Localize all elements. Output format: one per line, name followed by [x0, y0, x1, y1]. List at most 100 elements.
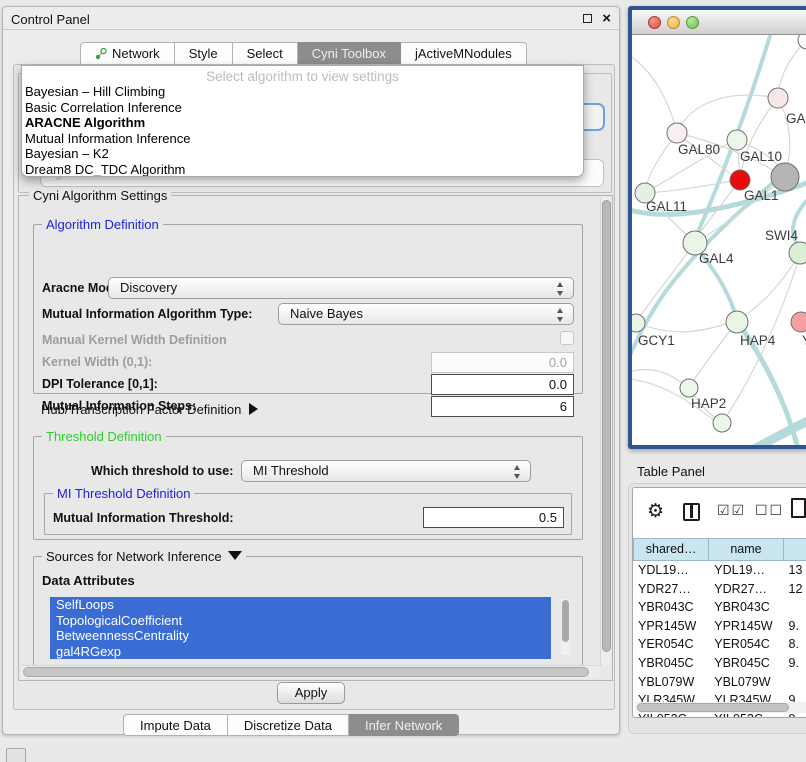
cell: YPR145W — [633, 617, 709, 636]
list-item-betweennesscentrality[interactable]: BetweennessCentrality — [50, 628, 551, 644]
dpi-tolerance-field[interactable]: 0.0 — [431, 374, 574, 395]
tab-cyni-toolbox[interactable]: Cyni Toolbox — [298, 42, 401, 65]
list-item-gal4rgexp[interactable]: gal4RGexp — [50, 644, 551, 660]
list-item-selfloops[interactable]: SelfLoops — [50, 597, 551, 613]
dock-panel-icon[interactable] — [6, 748, 26, 762]
which-threshold-value: MI Threshold — [253, 463, 329, 478]
attributes-list-scrollbar[interactable] — [561, 599, 570, 655]
menu-item-basic-correlation[interactable]: Basic Correlation Inference — [22, 100, 583, 116]
node-hap4[interactable] — [726, 311, 748, 333]
infer-network-panel: gal-filtered sif default node Select alg… — [13, 64, 615, 710]
minimize-traffic-light[interactable] — [667, 16, 680, 29]
node-label: GAL — [786, 111, 806, 126]
new-table-icon[interactable] — [791, 498, 806, 518]
table-row[interactable]: YDR27… YDR27… 12 — [633, 580, 806, 599]
cell: YBR043C — [709, 598, 783, 617]
node-gal-pink[interactable] — [768, 88, 788, 108]
scrollbar-thumb[interactable] — [602, 200, 611, 652]
tab-discretize-data-label: Discretize Data — [244, 718, 332, 733]
tab-network[interactable]: Network — [80, 42, 175, 65]
expanded-arrow-icon — [228, 551, 242, 560]
columns-icon[interactable] — [683, 503, 700, 521]
cell: YDL19… — [709, 561, 783, 580]
scrollbar-thumb[interactable] — [23, 667, 589, 677]
cell: YBL079W — [633, 673, 709, 692]
node-swi4-neighbor[interactable] — [789, 242, 806, 264]
node-hap2[interactable] — [680, 379, 698, 397]
node-gal10[interactable] — [727, 130, 747, 150]
node-gcy1[interactable] — [632, 314, 645, 332]
list-item-topologicalcoefficient[interactable]: TopologicalCoefficient — [50, 613, 551, 629]
cell: YDL19… — [633, 561, 709, 580]
table-header-row: shared… name — [633, 538, 806, 561]
select-all-checks-icon[interactable]: ☑☑ — [717, 502, 746, 519]
table-row[interactable]: YER054C YER054C 8. — [633, 635, 806, 654]
data-attributes-list: SelfLoops TopologicalCoefficient Between… — [50, 597, 551, 659]
tab-discretize-data[interactable]: Discretize Data — [228, 714, 349, 736]
edge — [778, 40, 806, 95]
node-gal80[interactable] — [667, 123, 687, 143]
kernel-width-field[interactable]: 0.0 — [431, 352, 574, 373]
node-bottom[interactable] — [713, 414, 731, 432]
cell: 9. — [784, 617, 806, 636]
tab-select-label: Select — [247, 46, 283, 61]
mi-steps-field[interactable]: 6 — [431, 396, 574, 417]
menu-item-aracne[interactable]: ARACNE Algorithm — [22, 115, 583, 131]
menu-item-bayesian-k2[interactable]: Bayesian – K2 — [22, 146, 583, 162]
cell: YBR045C — [709, 654, 783, 673]
menu-item-bayesian-hill-climbing[interactable]: Bayesian – Hill Climbing — [22, 84, 583, 100]
scrollbar-thumb[interactable] — [637, 703, 789, 712]
settings-horizontal-scrollbar[interactable] — [21, 665, 599, 678]
menu-item-dream8[interactable]: Dream8 DC_TDC Algorithm — [22, 162, 583, 178]
table-panel-window: ⚙ ☑☑ ☐☐ shared… name YDL19… YDL19… 13 YD… — [632, 487, 806, 718]
combo-arrows-icon — [557, 281, 564, 297]
collapsed-arrow-icon — [249, 403, 258, 415]
column-header-cut[interactable] — [784, 538, 806, 561]
mi-type-combo[interactable]: Naive Bayes — [278, 303, 574, 325]
gear-icon[interactable]: ⚙ — [647, 500, 664, 523]
cell: 12 — [784, 580, 806, 599]
which-threshold-combo[interactable]: MI Threshold — [241, 460, 531, 482]
zoom-traffic-light[interactable] — [686, 16, 699, 29]
edge — [645, 181, 732, 193]
table-row[interactable]: YPR145W YPR145W 9. — [633, 617, 806, 636]
column-header-name[interactable]: name — [709, 538, 783, 561]
tab-jactivemnodules[interactable]: jActiveMNodules — [401, 42, 527, 65]
table-row[interactable]: YBR045C YBR045C 9. — [633, 654, 806, 673]
tab-style[interactable]: Style — [175, 42, 233, 65]
close-traffic-light[interactable] — [648, 16, 661, 29]
table-row[interactable]: YBR043C YBR043C — [633, 598, 806, 617]
sources-title-row[interactable]: Sources for Network Inference — [42, 549, 246, 564]
tab-select[interactable]: Select — [233, 42, 298, 65]
node-red-selected[interactable] — [730, 170, 750, 190]
algorithm-definition-title: Algorithm Definition — [42, 217, 163, 232]
kernel-width-label: Kernel Width (0,1): — [42, 355, 152, 369]
cell: YBR043C — [633, 598, 709, 617]
aracne-mode-combo[interactable]: Discovery — [108, 277, 574, 299]
window-title: Control Panel — [11, 12, 90, 27]
table-row[interactable]: YDL19… YDL19… 13 — [633, 561, 806, 580]
scrollbar-thumb[interactable] — [562, 600, 569, 642]
settings-vertical-scrollbar[interactable] — [600, 198, 611, 666]
deselect-all-checks-icon[interactable]: ☐☐ — [755, 502, 784, 519]
column-header-shared[interactable]: shared… — [633, 538, 709, 561]
sources-box: Sources for Network Inference Data Attri… — [33, 556, 583, 666]
table-row[interactable]: YBL079W YBL079W — [633, 673, 806, 692]
tab-impute-data[interactable]: Impute Data — [123, 714, 228, 736]
menu-item-mutual-information[interactable]: Mutual Information Inference — [22, 131, 583, 147]
close-window-icon[interactable]: × — [602, 10, 611, 27]
tab-jactivemnodules-label: jActiveMNodules — [415, 46, 512, 61]
hub-definition-toggle[interactable]: Hub/Transcription Factor Definition — [41, 402, 258, 417]
node-salmon[interactable] — [791, 312, 806, 332]
node-gray[interactable] — [771, 163, 799, 191]
network-canvas[interactable]: GAL GAL80 GAL10 GAL1 GAL11 SWI4 GAL4 GCY… — [632, 35, 806, 445]
network-graph: GAL GAL80 GAL10 GAL1 GAL11 SWI4 GAL4 GCY… — [632, 35, 806, 445]
table-horizontal-scrollbar[interactable] — [635, 702, 806, 713]
mi-threshold-field[interactable]: 0.5 — [423, 507, 564, 528]
manual-kernel-checkbox[interactable] — [560, 331, 574, 345]
tab-infer-network[interactable]: Infer Network — [349, 714, 459, 736]
float-window-icon[interactable] — [583, 14, 592, 23]
cell: YDR27… — [709, 580, 783, 599]
apply-button[interactable]: Apply — [277, 682, 345, 704]
node[interactable] — [798, 35, 806, 49]
